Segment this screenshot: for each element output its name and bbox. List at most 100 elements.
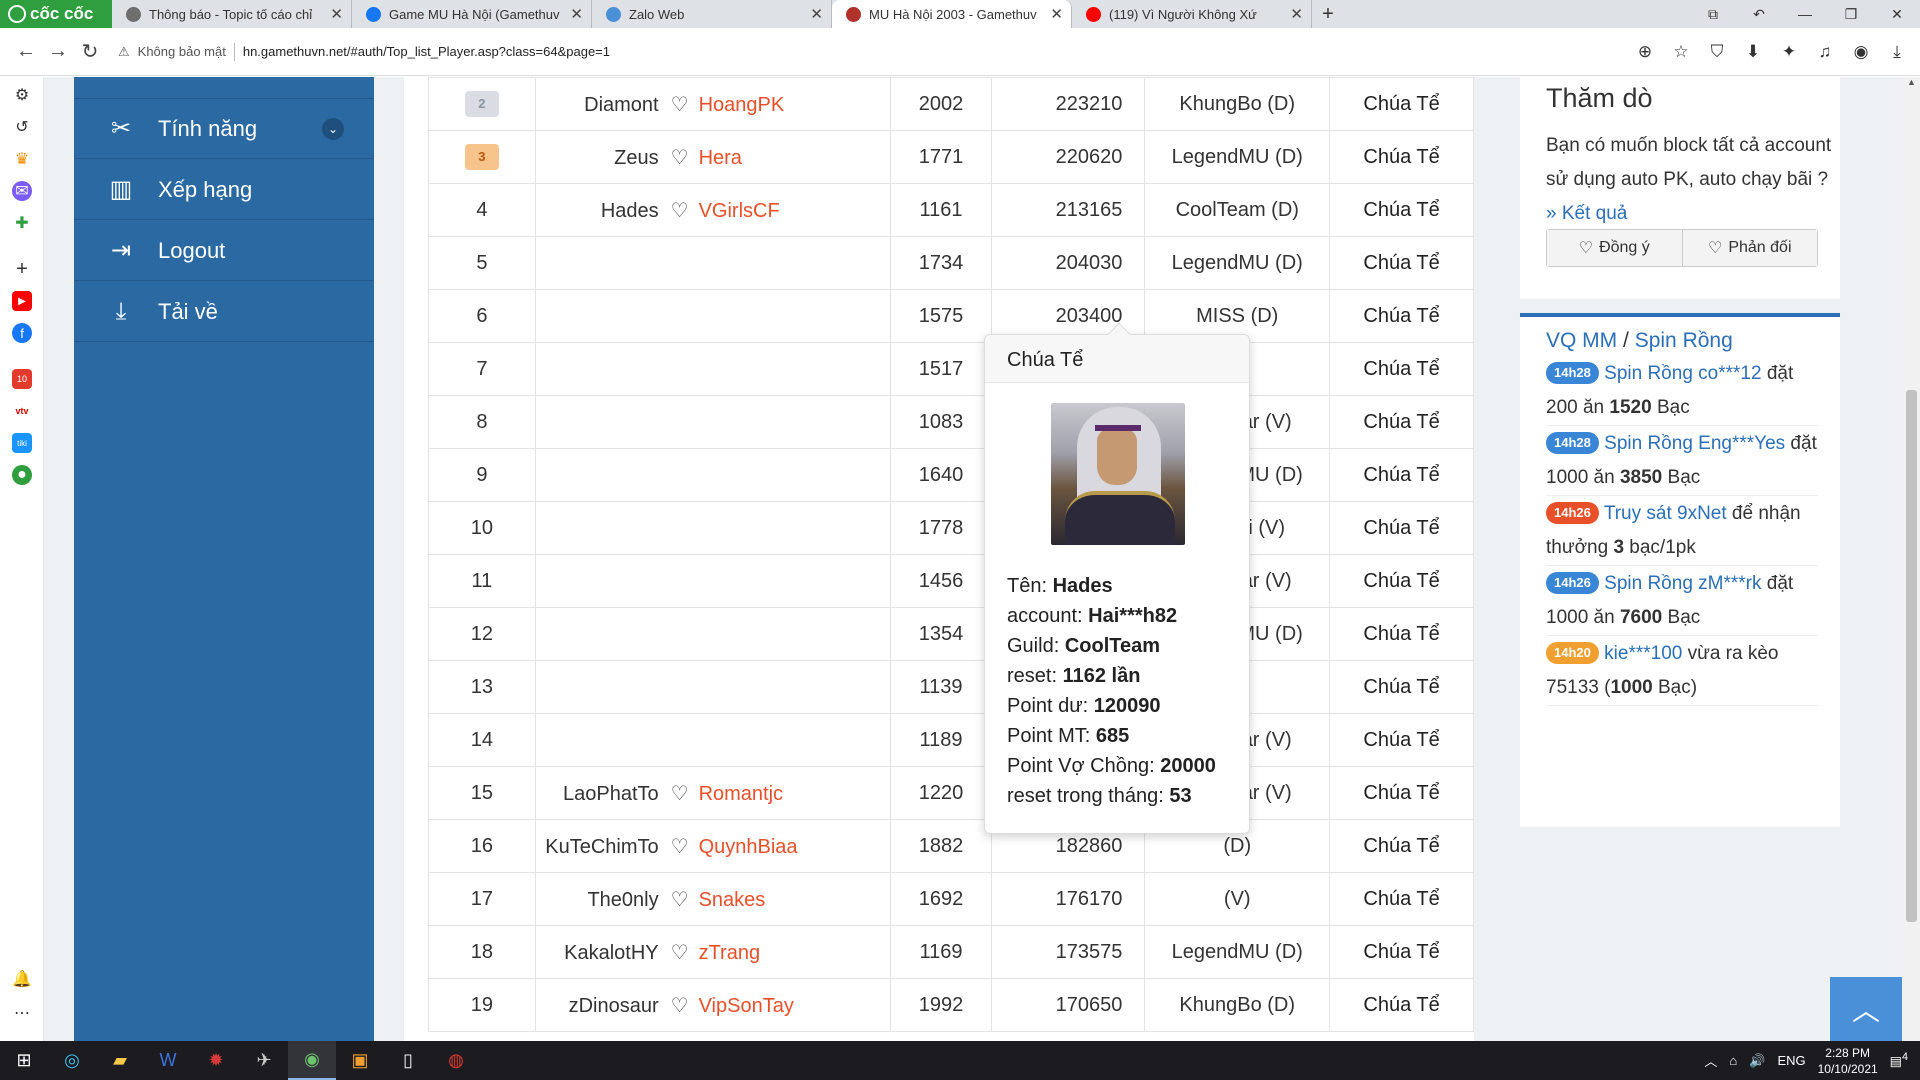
- close-window-button[interactable]: ✕: [1874, 6, 1920, 23]
- nav-item-logout[interactable]: ⇥ Logout: [74, 221, 374, 281]
- notification-bell-icon[interactable]: 🔔: [12, 969, 32, 989]
- character-name[interactable]: LaoPhatTo: [563, 783, 659, 805]
- volume-icon[interactable]: 🔊: [1749, 1053, 1765, 1069]
- history-icon[interactable]: ↺: [12, 117, 32, 137]
- heart-icon[interactable]: ♡: [671, 94, 689, 116]
- browser-tab[interactable]: Zalo Web ✕: [592, 0, 832, 28]
- settings-icon[interactable]: ⚙: [12, 85, 32, 105]
- tab-search-icon[interactable]: ⧉: [1690, 6, 1736, 23]
- feed-link[interactable]: Truy sát 9xNet: [1604, 503, 1727, 524]
- character-name[interactable]: KuTeChimTo: [545, 836, 658, 858]
- messenger-icon[interactable]: ✉: [12, 181, 32, 201]
- notification-center-icon[interactable]: ▤4: [1890, 1051, 1908, 1069]
- new-tab-button[interactable]: +: [1312, 0, 1344, 28]
- heart-icon[interactable]: ♡: [671, 942, 689, 964]
- browser-tab[interactable]: Thông báo - Topic tố cáo chỉ ✕: [112, 0, 352, 28]
- reload-icon[interactable]: ↻: [74, 39, 106, 64]
- clock[interactable]: 2:28 PM 10/10/2021: [1818, 1045, 1878, 1077]
- browser-tab[interactable]: MU Hà Nội 2003 - Gamethuv ✕: [832, 0, 1072, 28]
- zoom-icon[interactable]: ⊕: [1632, 42, 1658, 62]
- feed-link[interactable]: Spin Rồng zM***rk: [1604, 573, 1761, 594]
- chevron-down-icon[interactable]: ⌄: [322, 117, 344, 140]
- scrollbar-thumb[interactable]: [1906, 390, 1917, 922]
- account-link[interactable]: VipSonTay: [699, 995, 844, 1018]
- close-tab-icon[interactable]: ✕: [330, 5, 343, 23]
- coccoc-logo[interactable]: cốc cốc: [0, 0, 112, 28]
- minimize-button[interactable]: —: [1782, 6, 1828, 22]
- nav-item-partial[interactable]: [74, 77, 374, 99]
- edge-icon[interactable]: ◎: [48, 1041, 96, 1080]
- more-icon[interactable]: ⋯: [12, 1003, 32, 1023]
- account-link[interactable]: Romantjc: [699, 783, 844, 806]
- character-name[interactable]: The0nly: [587, 889, 658, 911]
- tiki-icon[interactable]: tiki: [12, 433, 32, 453]
- forward-icon[interactable]: →: [42, 40, 74, 63]
- windows-start-icon[interactable]: ⊞: [0, 1041, 48, 1080]
- download-box-icon[interactable]: ⬇: [1740, 42, 1766, 62]
- bookmark-star-icon[interactable]: ☆: [1668, 42, 1694, 62]
- downloads-icon[interactable]: ⤓: [1884, 42, 1910, 62]
- music-icon[interactable]: ♫: [1812, 42, 1838, 62]
- vtv-icon[interactable]: vtv: [12, 401, 32, 421]
- character-name[interactable]: Diamont: [584, 94, 658, 116]
- gamepad-icon[interactable]: ✚: [12, 213, 32, 233]
- url-text[interactable]: hn.gamethuvn.net/#auth/Top_list_Player.a…: [243, 44, 610, 59]
- heart-icon[interactable]: ♡: [671, 889, 689, 911]
- account-link[interactable]: Hera: [699, 147, 844, 170]
- heart-icon[interactable]: ♡: [671, 783, 689, 805]
- heart-icon[interactable]: ♡: [671, 995, 689, 1017]
- heart-icon[interactable]: ♡: [671, 200, 689, 222]
- document-icon[interactable]: ▯: [384, 1041, 432, 1080]
- language-indicator[interactable]: ENG: [1777, 1053, 1805, 1068]
- browser-tab[interactable]: (119) Vì Người Không Xứ ✕: [1072, 0, 1312, 28]
- scroll-up-icon[interactable]: ▲: [1903, 77, 1920, 91]
- profile-icon[interactable]: ◉: [1848, 42, 1874, 62]
- shield-icon[interactable]: ⛉: [1704, 42, 1730, 62]
- account-link[interactable]: Snakes: [699, 889, 844, 912]
- feed-link[interactable]: Spin Rồng Eng***Yes: [1604, 433, 1785, 454]
- spin-rong-link[interactable]: Spin Rồng: [1635, 329, 1733, 352]
- close-tab-icon[interactable]: ✕: [810, 5, 823, 23]
- shop-icon[interactable]: 10: [12, 369, 32, 389]
- back-icon[interactable]: ←: [10, 40, 42, 63]
- file-explorer-icon[interactable]: ▰: [96, 1041, 144, 1080]
- heart-icon[interactable]: ♡: [671, 836, 689, 858]
- facebook-icon[interactable]: f: [12, 323, 32, 343]
- youtube-icon[interactable]: ▶: [12, 291, 32, 311]
- account-link[interactable]: QuynhBiaa: [699, 836, 844, 859]
- account-link[interactable]: HoangPK: [699, 94, 844, 117]
- account-link[interactable]: VGirlsCF: [699, 200, 844, 223]
- character-name[interactable]: Zeus: [614, 147, 658, 169]
- close-tab-icon[interactable]: ✕: [1290, 5, 1303, 23]
- nav-item-tinh-nang[interactable]: ✂ Tính năng ⌄: [74, 99, 374, 159]
- disagree-button[interactable]: ♡ Phản đối: [1681, 230, 1817, 266]
- poll-result-link[interactable]: » Kết quả: [1546, 203, 1627, 224]
- back-history-icon[interactable]: ↶: [1736, 6, 1782, 23]
- feed-link[interactable]: Spin Rồng co***12: [1604, 363, 1761, 384]
- nav-item-tai-ve[interactable]: ⤓ Tải về: [74, 282, 374, 342]
- vq-mm-link[interactable]: VQ MM: [1546, 329, 1617, 352]
- close-tab-icon[interactable]: ✕: [570, 5, 583, 23]
- account-link[interactable]: zTrang: [699, 942, 844, 965]
- tray-chevron-icon[interactable]: ︿: [1704, 1051, 1717, 1070]
- scroll-top-button[interactable]: ︿: [1830, 977, 1902, 1041]
- app-icon[interactable]: ▣: [336, 1041, 384, 1080]
- character-name[interactable]: KakalotHY: [564, 942, 659, 964]
- maximize-button[interactable]: ❐: [1828, 6, 1874, 23]
- agree-button[interactable]: ♡ Đồng ý: [1547, 230, 1682, 266]
- heart-icon[interactable]: ♡: [671, 147, 689, 169]
- coccoc-taskbar-icon[interactable]: ◉: [288, 1041, 336, 1080]
- close-tab-icon[interactable]: ✕: [1050, 5, 1063, 23]
- nav-item-xep-hang[interactable]: ▥ Xếp hạng: [74, 160, 374, 220]
- character-name[interactable]: Hades: [601, 200, 659, 222]
- game-icon[interactable]: ✹: [192, 1041, 240, 1080]
- crown-icon[interactable]: ♛: [12, 149, 32, 169]
- network-icon[interactable]: ⌂: [1729, 1053, 1737, 1068]
- url-field[interactable]: ⚠ Không bảo mật hn.gamethuvn.net/#auth/T…: [118, 42, 610, 61]
- page-scrollbar[interactable]: ▲: [1903, 77, 1920, 1041]
- ball-icon[interactable]: ●: [12, 465, 32, 485]
- browser-tab[interactable]: Game MU Hà Nội (Gamethuv ✕: [352, 0, 592, 28]
- add-icon[interactable]: +: [12, 258, 32, 280]
- tool-icon[interactable]: ✈: [240, 1041, 288, 1080]
- word-icon[interactable]: W: [144, 1041, 192, 1080]
